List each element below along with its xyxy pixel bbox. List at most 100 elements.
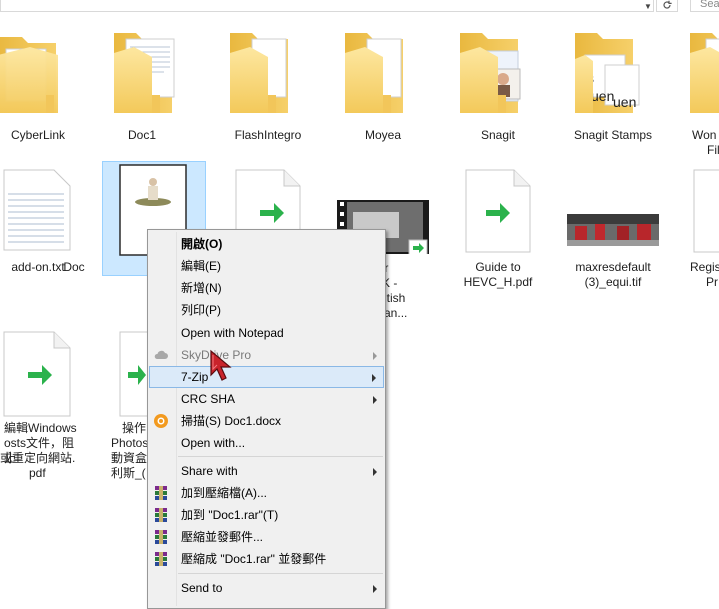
menu-item-label: 新增(N) [181,281,222,295]
folder-flashintegro[interactable]: FlashIntegro [220,25,316,145]
menu-item-share-with[interactable]: Share with [148,460,385,482]
item-label: Photos [111,436,149,450]
folder-icon [230,33,288,113]
antivirus-icon [154,414,168,428]
menu-item-label: 編輯(E) [181,259,221,273]
menu-item-print[interactable]: 列印(P) [148,299,385,321]
submenu-arrow-icon [373,468,377,476]
menu-item-scan[interactable]: 掃描(S) Doc1.docx [148,410,385,432]
cloud-icon [154,350,168,359]
menu-separator [178,573,383,574]
item-label: Regis [690,260,719,274]
menu-item-label: 列印(P) [181,303,221,317]
submenu-arrow-icon [373,585,377,593]
stamp-text: uen [591,88,614,104]
menu-item-open-with-notepad[interactable]: Open with Notepad [148,322,385,344]
mouse-cursor-icon [210,349,232,381]
item-label: Fil [707,143,719,157]
item-label: pdf [29,466,46,480]
item-label: 利斯_( [111,466,146,480]
menu-item-edit[interactable]: 編輯(E) [148,255,385,277]
menu-item-add-to-archive[interactable]: 加到壓縮檔(A)... [148,482,385,504]
pdf-file-icon [235,169,301,234]
file-maxresdefault-tif[interactable]: maxresdefault (3)_equi.tif [565,164,661,294]
folder-icon [460,33,521,113]
item-label: HEVC_H.pdf [463,275,533,289]
submenu-arrow-icon [372,374,376,382]
refresh-icon [663,0,672,9]
menu-item-add-to-doc1-rar[interactable]: 加到 "Doc1.rar"(T) [148,504,385,526]
menu-item-label: 加到壓縮檔(A)... [181,486,267,500]
menu-item-label: Send to [181,581,223,595]
submenu-arrow-icon [373,352,377,360]
stamp-text: uen [613,94,636,110]
winrar-icon [155,530,167,544]
menu-item-compress-and-email[interactable]: 壓縮並發郵件... [148,526,385,548]
menu-item-label: 壓縮成 "Doc1.rar" 並發郵件 [181,552,327,566]
item-label: 動資盒 [111,451,148,465]
item-label: maxresdefault [575,260,651,274]
file-icon [693,169,719,253]
menu-item-new[interactable]: 新增(N) [148,277,385,299]
folder-snagit[interactable]: Snagit [450,25,546,145]
folder-snagit-stamps[interactable]: s uen uen Snagit Stamps [565,25,661,145]
menu-item-label: Open with... [181,436,246,450]
file-partial[interactable]: Regis Pr [680,164,719,294]
text-file-icon [3,169,71,251]
menu-item-label: 壓縮並發郵件... [181,530,264,544]
menu-item-label: Open with Notepad [181,326,284,340]
item-label: FlashIntegro [234,128,302,142]
item-label: Doc1 [127,128,156,142]
folder-icon [690,33,719,113]
folder-icon: s uen uen [575,33,640,113]
item-label: Doc [63,260,85,274]
item-label: Won [692,128,717,142]
item-label: 操作 [122,421,147,435]
file-guide-to-hevc-pdf[interactable]: Guide to HEVC_H.pdf [450,164,546,294]
menu-item-label: Share with [181,464,238,478]
winrar-icon [155,552,167,566]
winrar-icon [155,508,167,522]
folder-cyberlink[interactable]: CyberLink [0,25,76,145]
winrar-icon [155,486,167,500]
folder-partial[interactable]: Won Fil [680,25,719,160]
menu-item-7zip[interactable]: 7-Zip [149,366,384,388]
search-input[interactable]: Sea [690,0,719,12]
file-hosts-pdf[interactable]: 編輯Windows osts文件，阻止 或重定向網站. pdf [0,330,84,490]
menu-item-label: 掃描(S) Doc1.docx [181,414,282,428]
menu-item-open[interactable]: 開啟(O) [148,233,385,255]
menu-separator [178,456,383,457]
submenu-arrow-icon [373,396,377,404]
item-label: Moyea [364,128,402,142]
item-label: (3)_equi.tif [584,275,642,289]
menu-item-compress-to-doc1-rar-and-email[interactable]: 壓縮成 "Doc1.rar" 並發郵件 [148,548,385,570]
menu-item-crc-sha[interactable]: CRC SHA [148,388,385,410]
item-label: Snagit [480,128,516,142]
item-label: Snagit Stamps [573,128,653,142]
menu-item-label: CRC SHA [181,392,236,406]
chevron-down-icon[interactable]: ▼ [644,2,652,11]
menu-item-open-with[interactable]: Open with... [148,432,385,454]
folder-icon [345,33,403,113]
address-field[interactable] [0,0,654,12]
refresh-button[interactable] [656,0,678,12]
pdf-file-icon [3,331,71,417]
item-label: Pr [706,275,718,289]
menu-item-label: 開啟(O) [181,237,223,251]
item-label: Guide to [475,260,521,274]
image-thumbnail [567,214,659,246]
folder-icon [114,33,175,113]
pdf-file-icon [465,169,531,253]
item-label: 或重定向網站. [0,451,76,465]
menu-item-skydrive-pro[interactable]: SkyDrive Pro [148,344,385,366]
folder-moyea[interactable]: Moyea [335,25,431,145]
file-pdf-generic[interactable] [230,164,306,234]
context-menu: 開啟(O) 編輯(E) 新增(N) 列印(P) Open with Notepa… [147,229,386,609]
menu-item-send-to[interactable]: Send to [148,577,385,599]
folder-doc1[interactable]: Doc1 [104,25,180,145]
menu-item-label: 7-Zip [181,370,209,384]
menu-item-label: 加到 "Doc1.rar"(T) [181,508,279,522]
item-label: 編輯Windows [4,421,77,435]
address-bar-area: ▼ Sea [0,0,719,14]
folder-icon [0,37,58,113]
